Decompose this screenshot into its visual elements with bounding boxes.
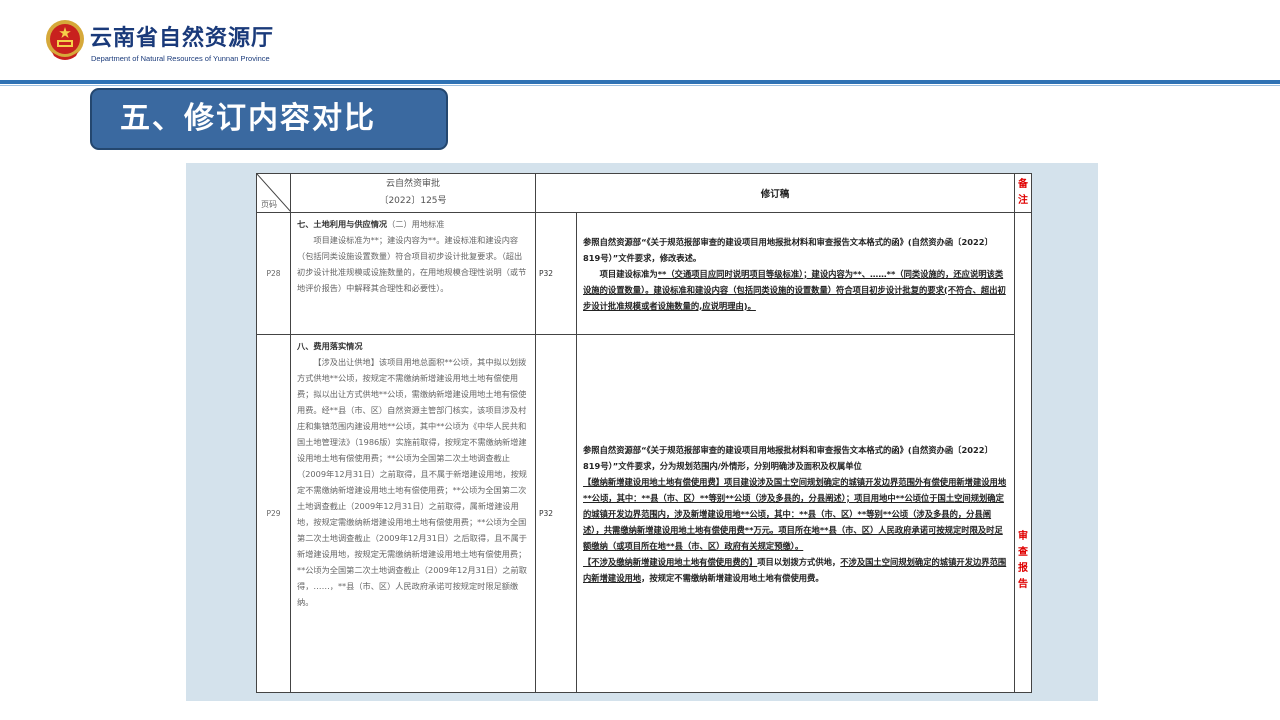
old-page-number: P28	[256, 212, 291, 335]
new-paragraph: 参照自然资源部“《关于规范报部审查的建设项目用地报批材料和审查报告文本格式的函》…	[583, 444, 993, 471]
new-paragraph-plain: 项目以划拨方式供地，	[757, 556, 841, 567]
section-title: 五、修订内容对比	[90, 88, 448, 150]
table-row: P28 七、土地利用与供应情况（二）用地标准 项目建设标准为**；建设内容为**…	[256, 212, 1033, 693]
old-body: 【涉及出让供地】该项目用地总面积**公顷，其中拟以划拨方式供地**公顷，按规定不…	[297, 357, 527, 607]
old-title-rest: （二）用地标准	[387, 219, 445, 229]
org-name-cn: 云南省自然资源厅	[90, 25, 275, 51]
old-version-line2: 〔2022〕125号	[379, 196, 447, 206]
note-header-line1: 备	[1018, 179, 1029, 190]
old-page-number: P29	[256, 334, 291, 693]
note-header-line2: 注	[1018, 195, 1029, 206]
new-paragraph-underlined: 【不涉及缴纳新增建设用地土地有偿使用费的】	[583, 556, 758, 567]
header-divider-thin	[0, 85, 1280, 86]
header-divider	[0, 80, 1280, 84]
new-paragraph: 参照自然资源部“《关于规范报部审查的建设项目用地报批材料和审查报告文本格式的函》…	[583, 236, 993, 263]
note-char: 查	[1018, 547, 1029, 558]
note-char: 告	[1018, 579, 1029, 590]
old-content: 七、土地利用与供应情况（二）用地标准 项目建设标准为**；建设内容为**。建设标…	[290, 212, 536, 335]
note-char: 报	[1018, 563, 1029, 574]
header: 云南省自然资源厅 Department of Natural Resources…	[0, 0, 1280, 80]
old-title: 七、土地利用与供应情况	[297, 219, 388, 229]
page-header-cell: 页码	[256, 173, 291, 213]
old-body: 项目建设标准为**；建设内容为**。建设标准和建设内容（包括同类设施设置数量）符…	[297, 235, 527, 293]
national-emblem-icon	[46, 20, 84, 60]
org-name-en: Department of Natural Resources of Yunna…	[91, 54, 270, 63]
new-page-number: P32	[535, 212, 577, 335]
old-content: 八、费用落实情况 【涉及出让供地】该项目用地总面积**公顷，其中拟以划拨方式供地…	[290, 334, 536, 693]
new-paragraph-plain: ，按规定不需缴纳新增建设用地土地有偿使用费。	[641, 572, 824, 583]
new-page-number: P32	[535, 334, 577, 693]
table-header-row: 页码 云自然资审批 〔2022〕125号 修订稿 备 注	[256, 173, 1033, 213]
note-column: 审 查 报 告	[1014, 212, 1033, 693]
note-char: 审	[1018, 531, 1029, 542]
new-paragraph-lead: 项目建设标准为	[599, 268, 658, 279]
page-label: 页码	[261, 200, 277, 209]
new-content: 参照自然资源部“《关于规范报部审查的建设项目用地报批材料和审查报告文本格式的函》…	[575, 212, 1016, 335]
old-version-header: 云自然资审批 〔2022〕125号	[290, 173, 536, 213]
new-content: 参照自然资源部“《关于规范报部审查的建设项目用地报批材料和审查报告文本格式的函》…	[575, 334, 1016, 693]
note-header: 备 注	[1014, 173, 1033, 213]
revision-document-image: 页码 云自然资审批 〔2022〕125号 修订稿 备 注 P28 七、土地利用与…	[186, 163, 1098, 701]
old-version-line1: 云自然资审批	[385, 179, 440, 189]
revision-comparison-table: 页码 云自然资审批 〔2022〕125号 修订稿 备 注 P28 七、土地利用与…	[256, 173, 1033, 693]
table-row: P29 八、费用落实情况 【涉及出让供地】该项目用地总面积**公顷，其中拟以划拨…	[256, 334, 1032, 693]
old-title: 八、费用落实情况	[297, 341, 363, 351]
new-paragraph-underlined: 【缴纳新增建设用地土地有偿使用费】项目建设涉及国土空间规划确定的城镇开发边界范围…	[583, 476, 1007, 551]
revised-header: 修订稿	[534, 173, 1016, 213]
